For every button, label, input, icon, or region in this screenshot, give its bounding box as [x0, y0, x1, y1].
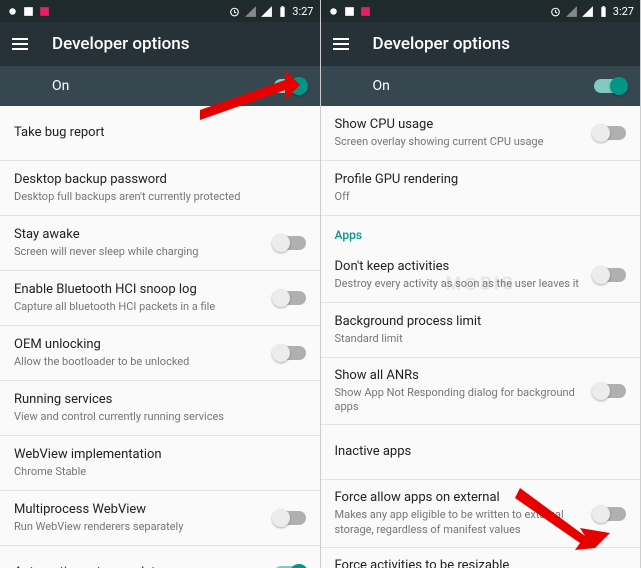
switch-oem[interactable]: [274, 346, 306, 360]
signal-icon-2: [581, 5, 594, 18]
status-bar: 3:27: [0, 0, 320, 22]
phone-right: 3:27 Developer options On Show CPU usage…: [321, 0, 641, 568]
notif-icon-1: [327, 5, 340, 18]
battery-icon: [597, 5, 610, 18]
master-toggle-row[interactable]: On: [0, 66, 320, 106]
status-bar: 3:27: [321, 0, 641, 22]
notif-icon-3: [359, 5, 372, 18]
item-cpu-usage[interactable]: Show CPU usageScreen overlay showing cur…: [321, 106, 641, 161]
item-show-anrs[interactable]: Show all ANRsShow App Not Responding dia…: [321, 358, 641, 425]
item-force-external[interactable]: Force allow apps on externalMakes any ap…: [321, 480, 641, 547]
item-bt-snoop[interactable]: Enable Bluetooth HCI snoop logCapture al…: [0, 271, 320, 326]
item-desktop-backup[interactable]: Desktop backup passwordDesktop full back…: [0, 161, 320, 216]
clock: 3:27: [292, 5, 313, 18]
watermark: M⊙BIG: [445, 274, 515, 295]
clock: 3:27: [613, 5, 634, 18]
phone-left: 3:27 Developer options On Take bug repor…: [0, 0, 321, 568]
menu-icon[interactable]: [12, 38, 28, 50]
menu-icon[interactable]: [333, 38, 349, 50]
item-bg-process[interactable]: Background process limitStandard limit: [321, 303, 641, 358]
item-inactive-apps[interactable]: Inactive apps: [321, 425, 641, 480]
master-switch[interactable]: [274, 79, 306, 93]
item-oem-unlock[interactable]: OEM unlockingAllow the bootloader to be …: [0, 326, 320, 381]
master-switch[interactable]: [594, 79, 626, 93]
item-stay-awake[interactable]: Stay awakeScreen will never sleep while …: [0, 216, 320, 271]
switch-bt-snoop[interactable]: [274, 291, 306, 305]
item-multiprocess-webview[interactable]: Multiprocess WebViewRun WebView renderer…: [0, 491, 320, 546]
notif-icon-1: [6, 5, 19, 18]
item-force-resizable[interactable]: Force activities to be resizableMake all…: [321, 548, 641, 568]
item-profile-gpu[interactable]: Profile GPU renderingOff: [321, 161, 641, 216]
notif-icon-3: [38, 5, 51, 18]
signal-icon: [565, 5, 578, 18]
app-header: Developer options: [321, 22, 641, 66]
switch-anrs[interactable]: [594, 384, 626, 398]
notif-icon-2: [343, 5, 356, 18]
master-toggle-label: On: [52, 78, 69, 94]
notif-icon-2: [22, 5, 35, 18]
master-toggle-row[interactable]: On: [321, 66, 641, 106]
battery-icon: [276, 5, 289, 18]
signal-icon-2: [260, 5, 273, 18]
item-auto-updates[interactable]: Automatic system updates: [0, 546, 320, 568]
switch-stay-awake[interactable]: [274, 236, 306, 250]
alarm-icon: [228, 5, 241, 18]
settings-list: Take bug report Desktop backup passwordD…: [0, 106, 320, 568]
page-title: Developer options: [373, 34, 510, 54]
page-title: Developer options: [52, 34, 189, 54]
switch-force-external[interactable]: [594, 507, 626, 521]
item-webview-impl[interactable]: WebView implementationChrome Stable: [0, 436, 320, 491]
alarm-icon: [549, 5, 562, 18]
switch-multiprocess[interactable]: [274, 511, 306, 525]
app-header: Developer options: [0, 22, 320, 66]
signal-icon: [244, 5, 257, 18]
switch-cpu[interactable]: [594, 126, 626, 140]
switch-dont-keep[interactable]: [594, 268, 626, 282]
item-take-bug-report[interactable]: Take bug report: [0, 106, 320, 161]
section-apps: Apps: [321, 216, 641, 248]
master-toggle-label: On: [373, 78, 390, 94]
item-running-services[interactable]: Running servicesView and control current…: [0, 381, 320, 436]
settings-list: Show CPU usageScreen overlay showing cur…: [321, 106, 641, 568]
